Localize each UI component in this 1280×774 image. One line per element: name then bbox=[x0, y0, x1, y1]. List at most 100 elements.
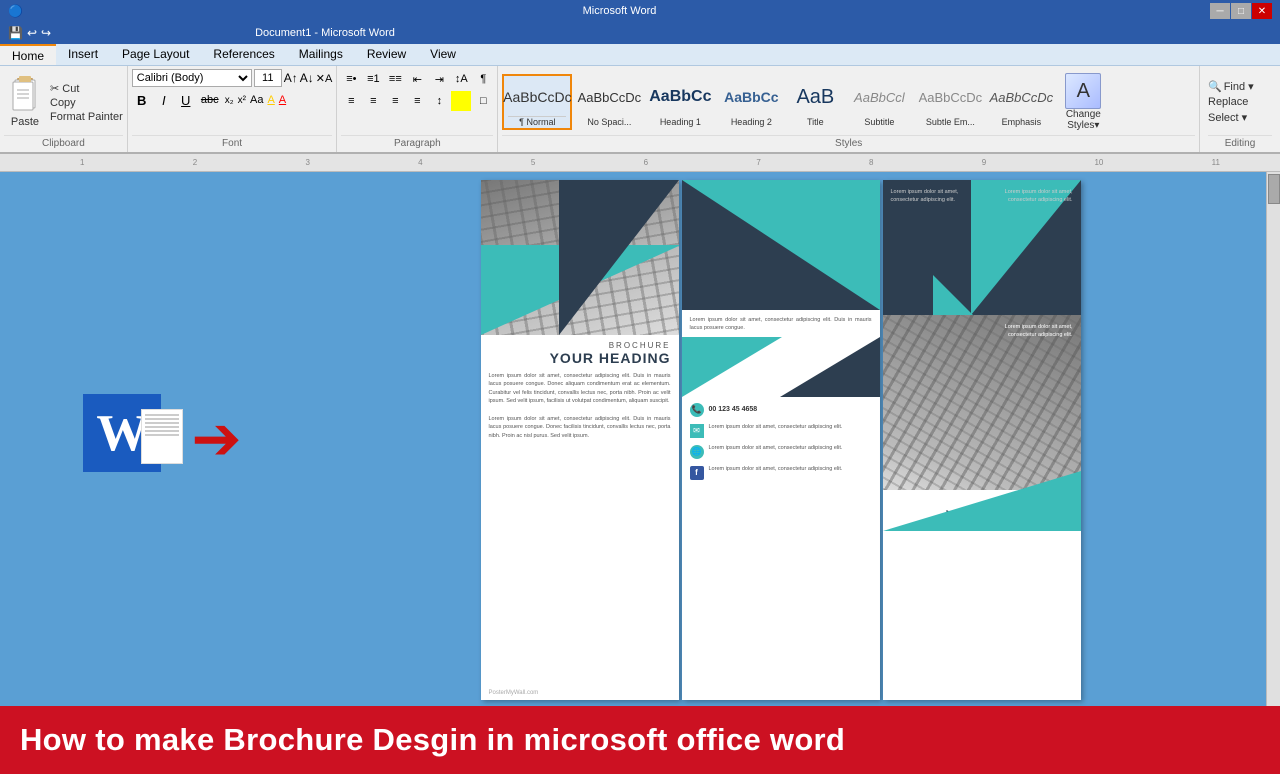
font-group: Calibri (Body) A↑ A↓ ✕A B I U abc x₂ x² … bbox=[128, 66, 338, 152]
arrow-icon: ➔ bbox=[191, 409, 241, 469]
replace-btn[interactable]: Replace bbox=[1208, 96, 1272, 108]
shading-btn[interactable] bbox=[451, 91, 471, 111]
paste-label: Paste bbox=[11, 116, 39, 128]
line-spacing-btn[interactable]: ↕ bbox=[429, 91, 449, 111]
maximize-btn[interactable]: □ bbox=[1231, 3, 1251, 19]
bottom-banner-text: How to make Brochure Desgin in microsoft… bbox=[20, 722, 845, 758]
tab-mailings[interactable]: Mailings bbox=[287, 44, 355, 65]
editing-group: 🔍 Find ▾ Replace Select ▾ Editing bbox=[1200, 66, 1280, 152]
p3-right-text: Lorem ipsum dolor sit amet, consectetur … bbox=[993, 188, 1073, 205]
style-heading1[interactable]: AaBbCc Heading 1 bbox=[646, 75, 714, 129]
p2-phone: 00 123 45 4658 bbox=[709, 406, 758, 413]
style-emphasis[interactable]: AaBbCcDc Emphasis bbox=[987, 75, 1055, 129]
show-hide-btn[interactable]: ¶ bbox=[473, 69, 493, 89]
decrease-indent-btn[interactable]: ⇤ bbox=[407, 69, 427, 89]
cut-button[interactable]: ✂ Cut bbox=[50, 82, 123, 95]
font-name-select[interactable]: Calibri (Body) bbox=[132, 69, 252, 87]
title-bar-text: Microsoft Word bbox=[29, 5, 1210, 17]
paragraph-group: ≡• ≡1 ≡≡ ⇤ ⇥ ↕A ¶ ≡ ≡ ≡ ≡ ↕ □ Paragraph bbox=[337, 66, 498, 152]
align-center-btn[interactable]: ≡ bbox=[363, 91, 383, 111]
justify-btn[interactable]: ≡ bbox=[407, 91, 427, 111]
right-sidebar bbox=[1251, 172, 1266, 706]
tab-page-layout[interactable]: Page Layout bbox=[110, 44, 201, 65]
p1-text1: Lorem ipsum dolor sit amet, consectetur … bbox=[481, 369, 679, 408]
p2-main-text: Lorem ipsum dolor sit amet, consectetur … bbox=[682, 310, 880, 337]
p2-contacts: 📞 00 123 45 4658 ✉ Lorem ipsum dolor sit… bbox=[682, 397, 880, 486]
font-shrink-btn[interactable]: A↓ bbox=[300, 71, 314, 85]
strikethrough-btn[interactable]: abc bbox=[198, 90, 222, 110]
vertical-scrollbar[interactable] bbox=[1266, 172, 1280, 706]
case-btn[interactable]: Aa bbox=[249, 93, 264, 107]
style-heading2[interactable]: AaBbCc Heading 2 bbox=[717, 75, 785, 129]
copy-button[interactable]: Copy bbox=[50, 97, 123, 109]
social-icon: f bbox=[690, 466, 704, 480]
style-normal[interactable]: AaBbCcDc ¶ Normal bbox=[502, 74, 572, 130]
win-controls: ─ □ ✕ bbox=[1210, 3, 1272, 19]
change-styles-btn[interactable]: A ChangeStyles▾ bbox=[1058, 70, 1108, 134]
p3-mid-text: Lorem ipsum dolor sit amet, consectetur … bbox=[998, 323, 1073, 340]
clipboard-group: Paste ✂ Cut Copy Format Painter Clipboar… bbox=[0, 66, 128, 152]
p2-social: Lorem ipsum dolor sit amet, consectetur … bbox=[709, 465, 843, 473]
ribbon-tabs: Home Insert Page Layout References Maili… bbox=[0, 44, 1280, 66]
word-logo: W bbox=[83, 394, 183, 484]
minimize-btn[interactable]: ─ bbox=[1210, 3, 1230, 19]
main-content: W ➔ bbox=[0, 172, 1280, 706]
underline-btn[interactable]: U bbox=[176, 90, 196, 110]
clipboard-label: Clipboard bbox=[4, 135, 123, 149]
font-group-label: Font bbox=[132, 135, 333, 149]
paragraph-group-label: Paragraph bbox=[341, 135, 493, 149]
align-right-btn[interactable]: ≡ bbox=[385, 91, 405, 111]
style-no-spacing[interactable]: AaBbCcDc No Spaci... bbox=[575, 75, 643, 129]
multilevel-list-btn[interactable]: ≡≡ bbox=[385, 69, 405, 89]
align-left-btn[interactable]: ≡ bbox=[341, 91, 361, 111]
ribbon-body: Paste ✂ Cut Copy Format Painter Clipboar… bbox=[0, 66, 1280, 154]
font-grow-btn[interactable]: A↑ bbox=[284, 71, 298, 85]
style-subtle-emphasis[interactable]: AaBbCcDc Subtle Em... bbox=[916, 75, 984, 129]
subscript-btn[interactable]: x₂ bbox=[224, 94, 235, 107]
close-btn[interactable]: ✕ bbox=[1252, 3, 1272, 19]
format-painter-button[interactable]: Format Painter bbox=[50, 111, 123, 123]
style-subtitle[interactable]: AaBbCcl Subtitle bbox=[845, 75, 913, 129]
website-icon: 🌐 bbox=[690, 445, 704, 459]
phone-icon: 📞 bbox=[690, 403, 704, 417]
borders-btn[interactable]: □ bbox=[473, 91, 493, 111]
superscript-btn[interactable]: x² bbox=[237, 94, 247, 107]
p2-email: Lorem ipsum dolor sit amet, consectetur … bbox=[709, 423, 843, 431]
brochure-page2: Lorem ipsum dolor sit amet, consectetur … bbox=[682, 180, 880, 700]
p3-top-text: Lorem ipsum dolor sit amet, consectetur … bbox=[891, 188, 981, 205]
document-scroll-area[interactable]: BROCHURE YOUR HEADING Lorem ipsum dolor … bbox=[310, 172, 1251, 706]
tab-insert[interactable]: Insert bbox=[56, 44, 110, 65]
style-title[interactable]: AaB Title bbox=[788, 75, 842, 129]
undo-quick-btn[interactable]: ↩ bbox=[27, 26, 37, 40]
editing-group-label: Editing bbox=[1208, 135, 1272, 149]
italic-btn[interactable]: I bbox=[154, 90, 174, 110]
tab-review[interactable]: Review bbox=[355, 44, 418, 65]
text-highlight-btn[interactable]: A bbox=[266, 93, 275, 107]
select-btn[interactable]: Select ▾ bbox=[1208, 111, 1272, 124]
p1-main-heading: YOUR HEADING bbox=[489, 350, 671, 366]
tab-home[interactable]: Home bbox=[0, 44, 56, 65]
redo-quick-btn[interactable]: ↪ bbox=[41, 26, 51, 40]
tab-references[interactable]: References bbox=[201, 44, 286, 65]
font-size-input[interactable] bbox=[254, 69, 282, 87]
brochure-page1: BROCHURE YOUR HEADING Lorem ipsum dolor … bbox=[481, 180, 679, 700]
sort-btn[interactable]: ↕A bbox=[451, 69, 471, 89]
bullets-btn[interactable]: ≡• bbox=[341, 69, 361, 89]
email-icon: ✉ bbox=[690, 424, 704, 438]
increase-indent-btn[interactable]: ⇥ bbox=[429, 69, 449, 89]
clear-format-btn[interactable]: ✕A bbox=[316, 72, 333, 85]
bold-btn[interactable]: B bbox=[132, 90, 152, 110]
font-color-btn[interactable]: A bbox=[278, 93, 287, 107]
quick-access-toolbar: 💾 ↩ ↪ Document1 - Microsoft Word bbox=[0, 22, 1280, 44]
find-btn[interactable]: 🔍 Find ▾ bbox=[1208, 80, 1272, 93]
p2-website: Lorem ipsum dolor sit amet, consectetur … bbox=[709, 444, 843, 452]
p1-subheading: BROCHURE bbox=[489, 341, 671, 350]
numbering-btn[interactable]: ≡1 bbox=[363, 69, 383, 89]
p1-text2: Lorem ipsum dolor sit amet, consectetur … bbox=[481, 412, 679, 443]
tab-view[interactable]: View bbox=[418, 44, 468, 65]
brochure-page3: Lorem ipsum dolor sit amet, consectetur … bbox=[883, 180, 1081, 700]
paste-button[interactable]: Paste bbox=[4, 69, 46, 135]
ruler: 1234567891011 bbox=[0, 154, 1280, 172]
save-quick-btn[interactable]: 💾 bbox=[8, 26, 23, 40]
app-icon: 🔵 bbox=[8, 4, 23, 18]
